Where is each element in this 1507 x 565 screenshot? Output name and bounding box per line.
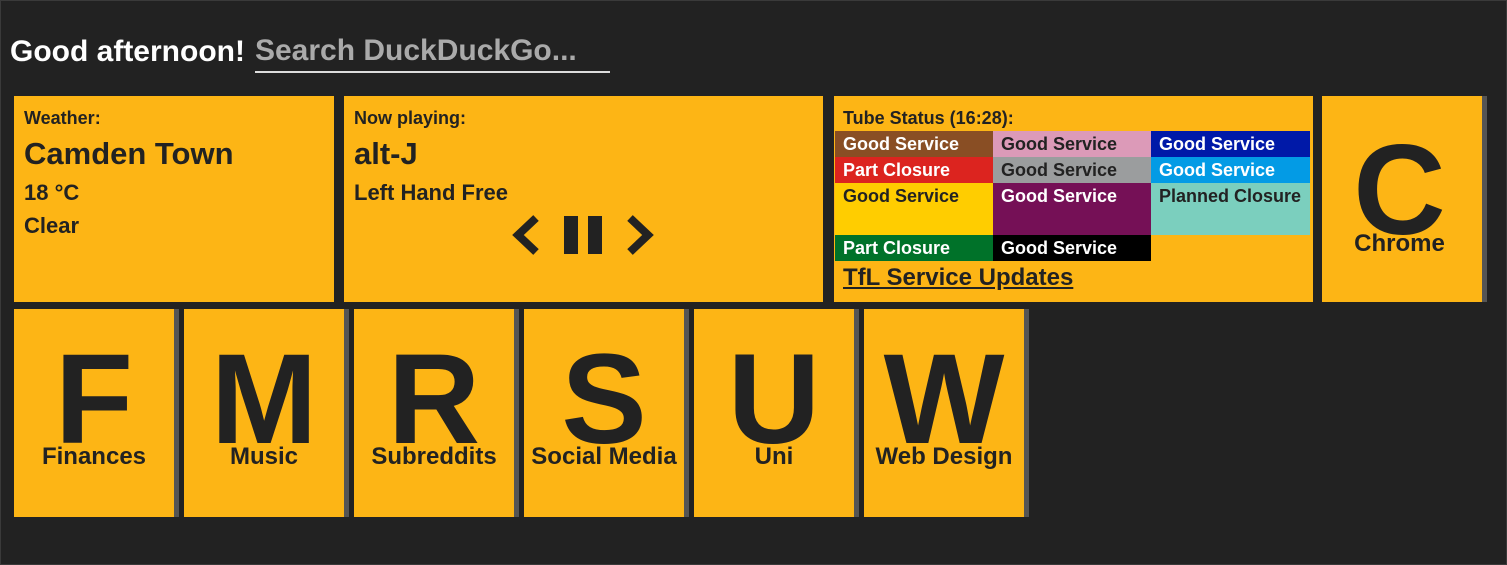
shortcut-chrome[interactable]: C Chrome [1322,96,1487,302]
shortcut-uni[interactable]: U Uni [694,309,859,517]
pause-icon[interactable] [562,214,606,256]
shortcut-name: Chrome [1354,230,1445,257]
shortcut-name: Subreddits [371,443,497,470]
previous-icon[interactable] [510,214,542,256]
tube-line-status: Good Service [993,131,1151,157]
tube-line-status: Good Service [993,235,1151,261]
greeting: Good afternoon! [10,35,245,68]
shortcut-name: Uni [754,443,794,470]
weather-temperature: 18 °C [24,180,80,205]
shortcut-music[interactable]: M Music [184,309,349,517]
next-icon[interactable] [624,214,656,256]
shortcut-web-design[interactable]: W Web Design [864,309,1029,517]
tfl-service-updates-link[interactable]: TfL Service Updates [843,264,1073,292]
tube-line-status: Good Service [993,183,1151,235]
header: Good afternoon! [10,30,610,74]
weather-location: Camden Town [24,136,234,171]
shortcut-finances[interactable]: F Finances [14,309,179,517]
now-playing-heading: Now playing: [354,108,466,128]
shortcut-social-media[interactable]: S Social Media [524,309,689,517]
weather-heading: Weather: [24,108,101,128]
search-input[interactable] [254,31,610,73]
shortcut-name: Finances [41,443,147,470]
shortcut-subreddits[interactable]: R Subreddits [354,309,519,517]
weather-condition: Clear [24,213,80,238]
shortcut-name: Music [229,443,298,470]
weather-widget: Weather: Camden Town 18 °C Clear [14,96,334,302]
tube-line-status: Good Service [993,157,1151,183]
tube-line-status: Good Service [835,183,993,235]
tube-line-grid: Good Service Good Service Good Service Part… [835,131,1311,261]
tube-status-widget: Tube Status (16:28): Good Service Good Se… [834,96,1313,302]
tube-line-status: Good Service [835,131,993,157]
shortcut-name: Social Media [531,443,677,470]
tube-line-status: Good Service [1151,131,1310,157]
tube-line-status: Part Closure [835,235,993,261]
now-playing-widget: Now playing: alt-J Left Hand Free [344,96,823,302]
track-name: Left Hand Free [354,180,509,205]
artist-name: alt-J [354,136,418,171]
shortcut-name: Web Design [875,443,1013,470]
tube-line-status: Good Service [1151,157,1310,183]
tube-line-status: Planned Closure [1151,183,1310,235]
tube-line-status: Part Closure [835,157,993,183]
tube-status-heading: Tube Status (16:28): [843,108,1014,128]
